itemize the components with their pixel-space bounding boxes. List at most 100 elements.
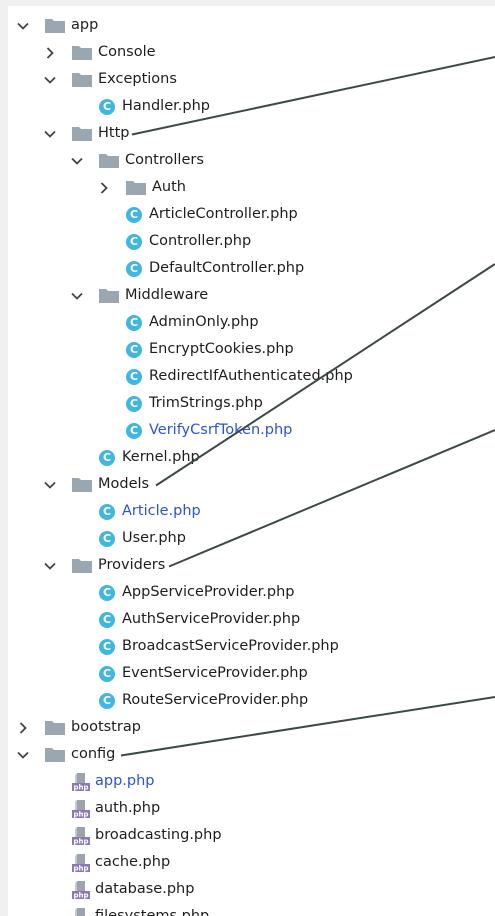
php-class-icon: C	[99, 693, 115, 709]
folder-row-exceptions[interactable]: Exceptions	[8, 66, 495, 93]
php-file-icon: php	[72, 772, 90, 792]
folder-row-middleware[interactable]: Middleware	[8, 282, 495, 309]
tree-item-label: config	[71, 746, 116, 762]
tree-item-label: auth.php	[95, 800, 161, 816]
file-row-authserviceprovider-php[interactable]: C AuthServiceProvider.php	[8, 606, 495, 633]
file-row-user-php[interactable]: C User.php	[8, 525, 495, 552]
php-class-icon: C	[126, 342, 142, 358]
folder-row-providers[interactable]: Providers	[8, 552, 495, 579]
file-row-cache-php[interactable]: php cache.php	[8, 849, 495, 876]
svg-text:php: php	[73, 892, 88, 900]
chevron-down-icon[interactable]	[43, 552, 57, 579]
chevron-right-icon[interactable]	[16, 714, 30, 741]
php-class-icon: C	[126, 207, 142, 223]
folder-row-controllers[interactable]: Controllers	[8, 147, 495, 174]
chevron-down-icon[interactable]	[43, 120, 57, 147]
php-file-icon: php	[72, 907, 90, 916]
php-class-icon: C	[99, 504, 115, 520]
tree-item-label: database.php	[95, 881, 195, 897]
folder-icon	[72, 477, 92, 492]
chevron-right-icon[interactable]	[43, 39, 57, 66]
file-row-app-php[interactable]: php app.php	[8, 768, 495, 795]
php-file-icon: php	[72, 853, 90, 873]
file-row-encryptcookies-php[interactable]: C EncryptCookies.php	[8, 336, 495, 363]
folder-row-auth[interactable]: Auth	[8, 174, 495, 201]
tree-item-label: Controllers	[125, 152, 204, 168]
php-class-icon: C	[126, 234, 142, 250]
tree-item-label: EventServiceProvider.php	[122, 665, 308, 681]
file-row-broadcasting-php[interactable]: php broadcasting.php	[8, 822, 495, 849]
tree-item-label: cache.php	[95, 854, 171, 870]
tree-item-label: DefaultController.php	[149, 260, 305, 276]
file-row-article-php[interactable]: C Article.php	[8, 498, 495, 525]
tree-item-label: Controller.php	[149, 233, 252, 249]
tree-item-label: Http	[98, 125, 130, 141]
file-row-eventserviceprovider-php[interactable]: C EventServiceProvider.php	[8, 660, 495, 687]
folder-icon	[72, 126, 92, 141]
chevron-down-icon[interactable]	[43, 66, 57, 93]
tree-item-label: Auth	[152, 179, 186, 195]
tree-item-label: AuthServiceProvider.php	[122, 611, 301, 627]
folder-icon	[45, 720, 65, 735]
file-row-verifycsrftoken-php[interactable]: C VerifyCsrfToken.php	[8, 417, 495, 444]
tree-item-label: ArticleController.php	[149, 206, 298, 222]
chevron-down-icon[interactable]	[16, 741, 30, 768]
tree-item-label: Kernel.php	[122, 449, 200, 465]
tree-item-label: Providers	[98, 557, 166, 573]
file-row-broadcastserviceprovider-php[interactable]: C BroadcastServiceProvider.php	[8, 633, 495, 660]
tree-item-label: User.php	[122, 530, 186, 546]
php-class-icon: C	[99, 531, 115, 547]
tree-item-label: bootstrap	[71, 719, 141, 735]
php-class-icon: C	[126, 315, 142, 331]
php-class-icon: C	[126, 369, 142, 385]
file-row-database-php[interactable]: php database.php	[8, 876, 495, 903]
file-row-auth-php[interactable]: php auth.php	[8, 795, 495, 822]
folder-row-bootstrap[interactable]: bootstrap	[8, 714, 495, 741]
php-class-icon: C	[99, 639, 115, 655]
file-row-articlecontroller-php[interactable]: C ArticleController.php	[8, 201, 495, 228]
chevron-down-icon[interactable]	[70, 282, 84, 309]
tree-item-label: VerifyCsrfToken.php	[149, 422, 293, 438]
file-row-handler-php[interactable]: C Handler.php	[8, 93, 495, 120]
chevron-down-icon[interactable]	[16, 12, 30, 39]
tree-item-label: Models	[98, 476, 150, 492]
folder-icon	[72, 558, 92, 573]
tree-item-label: RouteServiceProvider.php	[122, 692, 309, 708]
folder-row-console[interactable]: Console	[8, 39, 495, 66]
folder-row-config[interactable]: config	[8, 741, 495, 768]
file-row-appserviceprovider-php[interactable]: C AppServiceProvider.php	[8, 579, 495, 606]
tree-item-label: Exceptions	[98, 71, 177, 87]
file-row-adminonly-php[interactable]: C AdminOnly.php	[8, 309, 495, 336]
php-file-icon: php	[72, 799, 90, 819]
svg-text:php: php	[73, 784, 88, 792]
php-class-icon: C	[99, 99, 115, 115]
file-row-redirectifauthenticated-php[interactable]: C RedirectIfAuthenticated.php	[8, 363, 495, 390]
file-row-filesystems-php[interactable]: php filesystems.php	[8, 903, 495, 916]
chevron-right-icon[interactable]	[97, 174, 111, 201]
tree-item-label: Middleware	[125, 287, 209, 303]
screenshot-stage: app Console Exceptions C Handler.php Http Cont…	[0, 0, 495, 916]
php-class-icon: C	[99, 666, 115, 682]
tree-item-label: TrimStrings.php	[149, 395, 263, 411]
file-row-kernel-php[interactable]: C Kernel.php	[8, 444, 495, 471]
file-row-defaultcontroller-php[interactable]: C DefaultController.php	[8, 255, 495, 282]
tree-item-label: Article.php	[122, 503, 201, 519]
tree-item-label: Console	[98, 44, 156, 60]
svg-text:php: php	[73, 811, 88, 819]
php-class-icon: C	[126, 396, 142, 412]
chevron-down-icon[interactable]	[43, 471, 57, 498]
folder-icon	[72, 72, 92, 87]
folder-row-models[interactable]: Models	[8, 471, 495, 498]
file-row-routeserviceprovider-php[interactable]: C RouteServiceProvider.php	[8, 687, 495, 714]
file-row-trimstrings-php[interactable]: C TrimStrings.php	[8, 390, 495, 417]
svg-text:php: php	[73, 838, 88, 846]
folder-icon	[126, 180, 146, 195]
chevron-down-icon[interactable]	[70, 147, 84, 174]
tree-item-label: broadcasting.php	[95, 827, 222, 843]
folder-icon	[45, 747, 65, 762]
folder-row-app[interactable]: app	[8, 12, 495, 39]
svg-text:php: php	[73, 865, 88, 873]
tree-item-label: RedirectIfAuthenticated.php	[149, 368, 353, 384]
file-row-controller-php[interactable]: C Controller.php	[8, 228, 495, 255]
folder-row-http[interactable]: Http	[8, 120, 495, 147]
